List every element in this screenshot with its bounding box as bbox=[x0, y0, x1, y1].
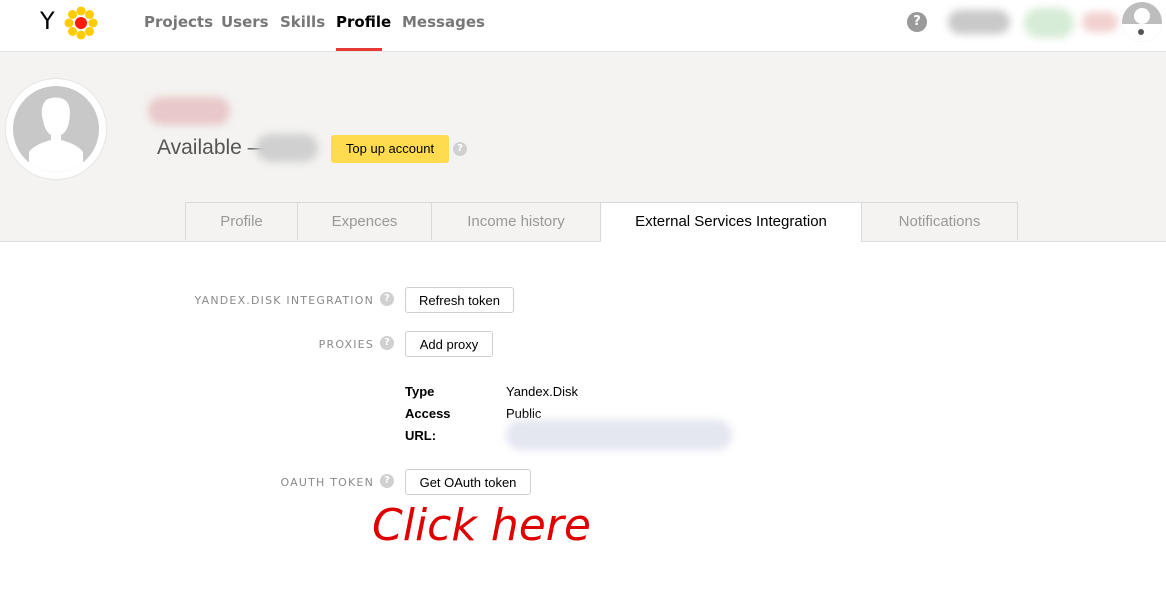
available-balance-label: Available — bbox=[157, 136, 269, 159]
nav-users[interactable]: Users bbox=[221, 13, 269, 31]
proxy-url-key: URL: bbox=[405, 428, 437, 443]
help-icon[interactable]: ? bbox=[380, 474, 394, 488]
camera-icon bbox=[1133, 26, 1150, 38]
proxy-access-key: Access bbox=[405, 406, 451, 421]
proxy-type-key: Type bbox=[405, 384, 435, 399]
help-icon[interactable]: ? bbox=[907, 12, 927, 32]
blurred-counter bbox=[1082, 12, 1118, 32]
add-proxy-button[interactable]: Add proxy bbox=[405, 331, 493, 357]
sun-flower-icon bbox=[64, 6, 98, 40]
blurred-profile-name bbox=[148, 97, 230, 125]
top-navigation-bar: Y Projects Users Skills Profile Messages… bbox=[0, 0, 1166, 52]
profile-avatar[interactable] bbox=[6, 79, 106, 179]
blurred-user-name bbox=[948, 10, 1010, 34]
tab-profile[interactable]: Profile bbox=[185, 202, 298, 240]
proxy-access-value: Public bbox=[506, 406, 542, 421]
blurred-proxy-url bbox=[506, 420, 732, 450]
tab-notifications[interactable]: Notifications bbox=[861, 202, 1018, 240]
nav-projects[interactable]: Projects bbox=[144, 13, 213, 31]
help-icon[interactable]: ? bbox=[380, 336, 394, 350]
user-silhouette-icon bbox=[29, 97, 83, 172]
help-icon[interactable]: ? bbox=[453, 142, 467, 156]
help-icon[interactable]: ? bbox=[380, 292, 394, 306]
proxy-type-value: Yandex.Disk bbox=[506, 384, 579, 399]
proxies-label: PROXIES bbox=[318, 338, 374, 351]
blurred-available-amount bbox=[256, 134, 318, 162]
yandex-disk-integration-label: YANDEX.DISK INTEGRATION bbox=[194, 294, 374, 307]
tab-external-services-integration[interactable]: External Services Integration bbox=[600, 202, 862, 242]
get-oauth-token-button[interactable]: Get OAuth token bbox=[405, 469, 531, 495]
tab-expences[interactable]: Expences bbox=[297, 202, 432, 240]
active-nav-indicator bbox=[336, 48, 382, 51]
yandex-logo[interactable]: Y bbox=[40, 7, 55, 35]
nav-messages[interactable]: Messages bbox=[402, 13, 485, 31]
click-here-annotation: Click here bbox=[372, 500, 591, 551]
oauth-token-label: OAUTH TOKEN bbox=[280, 476, 374, 489]
blurred-balance bbox=[1024, 8, 1074, 38]
nav-skills[interactable]: Skills bbox=[280, 13, 325, 31]
nav-profile[interactable]: Profile bbox=[336, 13, 391, 31]
user-avatar[interactable] bbox=[1122, 2, 1162, 42]
top-up-account-button[interactable]: Top up account bbox=[331, 135, 449, 163]
refresh-token-button[interactable]: Refresh token bbox=[405, 287, 514, 313]
tab-income-history[interactable]: Income history bbox=[431, 202, 601, 240]
